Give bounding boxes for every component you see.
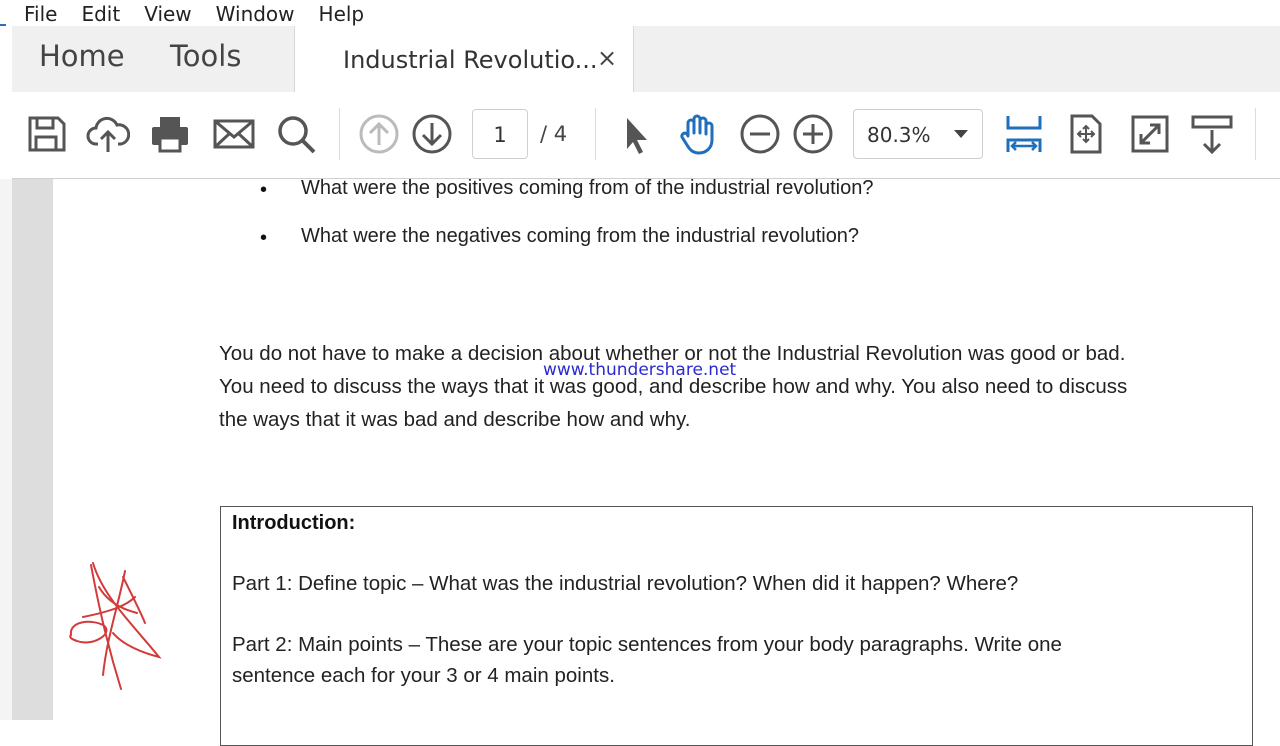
introduction-title: Introduction: (232, 512, 356, 534)
upload-icon[interactable] (86, 112, 130, 156)
page-total: / 4 (540, 122, 568, 146)
page-number-input[interactable]: 1 (472, 109, 528, 159)
bullet-text: What were the negatives coming from the … (301, 225, 860, 247)
bullet-marker: • (260, 227, 268, 249)
paragraph-line: the ways that it was bad and describe ho… (219, 408, 691, 431)
chevron-down-icon[interactable] (954, 130, 968, 138)
bullet-text: What were the positives coming from of t… (301, 177, 874, 199)
signature-annotation (69, 562, 162, 690)
watermark: www.thundershare.net (543, 360, 737, 380)
tab-home[interactable]: Home (39, 39, 125, 73)
intro-line: Part 1: Define topic – What was the indu… (232, 572, 1019, 595)
menu-window[interactable]: Window (204, 4, 307, 24)
next-page-icon[interactable] (410, 112, 454, 156)
bullet-marker: • (260, 179, 268, 201)
paragraph-line: You do not have to make a decision about… (219, 342, 1126, 365)
menu-edit[interactable]: Edit (69, 4, 132, 24)
close-tab-icon[interactable]: × (597, 44, 617, 72)
toolbar-separator (339, 108, 340, 160)
navigation-pane[interactable] (12, 179, 53, 720)
menu-view[interactable]: View (132, 4, 203, 24)
toolbar-separator (595, 108, 596, 160)
scroll-icon[interactable] (1190, 112, 1234, 156)
fit-width-icon[interactable] (1002, 112, 1046, 156)
menu-file[interactable]: File (0, 4, 69, 24)
menu-help[interactable]: Help (307, 4, 377, 24)
prev-page-icon[interactable] (357, 112, 401, 156)
document-page[interactable]: • What were the positives coming from of… (53, 177, 1280, 746)
zoom-out-icon[interactable] (738, 112, 782, 156)
menu-bar: File Edit View Window Help (0, 0, 1280, 24)
tab-document[interactable]: Industrial Revolutio... × (294, 26, 634, 93)
fit-page-icon[interactable] (1064, 112, 1108, 156)
toolbar-separator (1255, 108, 1256, 160)
toolbar: 1 / 4 80.3% (12, 92, 1280, 179)
search-icon[interactable] (274, 112, 318, 156)
zoom-value: 80.3% (867, 123, 931, 147)
save-icon[interactable] (24, 112, 68, 156)
print-icon[interactable] (148, 112, 192, 156)
intro-line: sentence each for your 3 or 4 main point… (232, 664, 615, 687)
select-arrow-icon[interactable] (615, 112, 659, 156)
zoom-in-icon[interactable] (791, 112, 835, 156)
document-tab-title: Industrial Revolutio... (343, 46, 598, 74)
hand-icon[interactable] (675, 112, 719, 156)
intro-line: Part 2: Main points – These are your top… (232, 633, 1062, 656)
tab-row: Home Tools Industrial Revolutio... × (12, 26, 1280, 93)
paragraph-line: You need to discuss the ways that it was… (219, 375, 1128, 398)
zoom-select[interactable]: 80.3% (853, 109, 983, 159)
fullscreen-icon[interactable] (1128, 112, 1172, 156)
tab-tools[interactable]: Tools (170, 39, 241, 73)
introduction-box: Introduction: Part 1: Define topic – Wha… (220, 506, 1253, 746)
mail-icon[interactable] (212, 112, 256, 156)
instruction-paragraph: You do not have to make a decision about… (219, 337, 1279, 436)
